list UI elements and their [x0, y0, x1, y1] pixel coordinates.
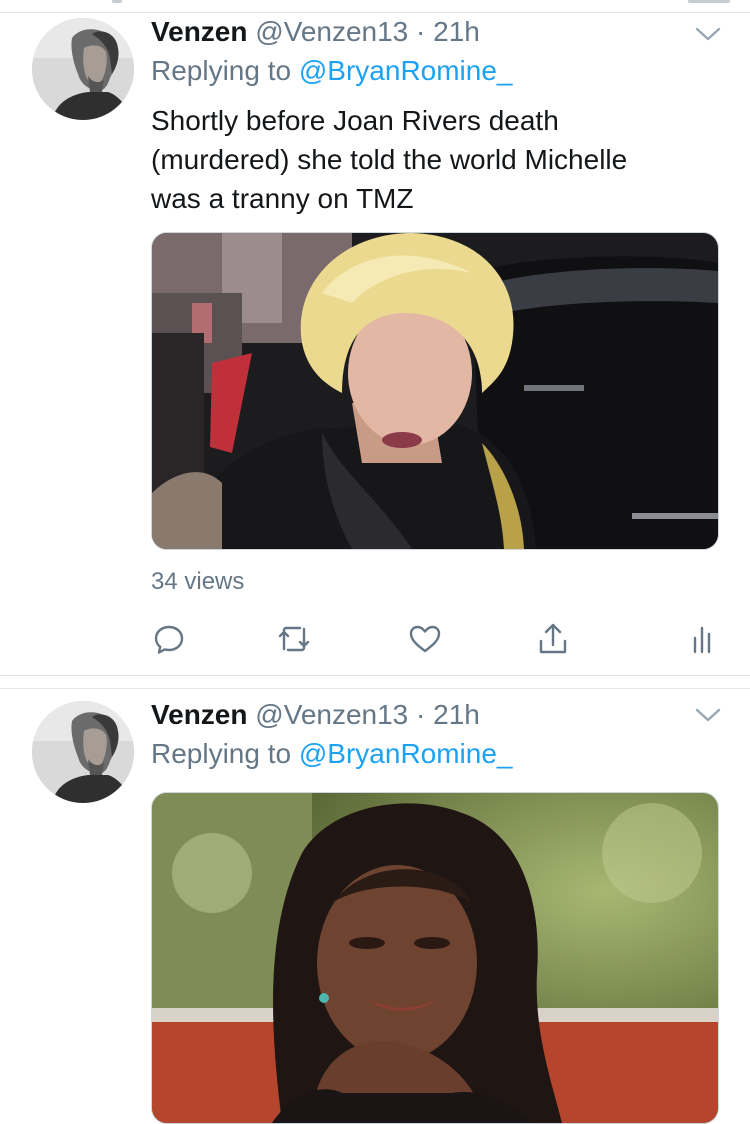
tweet-text-line: was a tranny on TMZ — [151, 183, 414, 214]
tweet-text-line: Shortly before Joan Rivers death — [151, 105, 559, 136]
analytics-icon[interactable] — [684, 621, 720, 657]
tweet[interactable]: Venzen @Venzen13 · 21h Replying to @Brya… — [0, 12, 750, 676]
tweet-text-line: (murdered) she told the world Michelle — [151, 144, 628, 175]
author-name[interactable]: Venzen — [151, 16, 247, 47]
share-icon[interactable] — [535, 621, 571, 657]
tweet-header: Venzen @Venzen13 · 21h — [151, 697, 480, 733]
retweet-icon[interactable] — [276, 621, 312, 657]
avatar[interactable] — [32, 18, 134, 120]
mention-link[interactable]: @BryanRomine_ — [299, 55, 513, 86]
mention-link[interactable]: @BryanRomine_ — [299, 738, 513, 769]
scroll-stub-right — [688, 0, 730, 3]
scroll-stub-left — [112, 0, 122, 3]
author-handle[interactable]: @Venzen13 — [255, 699, 408, 730]
separator-dot: · — [416, 16, 426, 47]
reply-icon[interactable] — [151, 621, 187, 657]
author-handle[interactable]: @Venzen13 — [255, 16, 408, 47]
tweet-photo[interactable] — [151, 792, 719, 1124]
tweet-time[interactable]: 21h — [433, 16, 480, 47]
like-icon[interactable] — [407, 621, 443, 657]
view-count: 34 views — [151, 568, 245, 595]
tweet-time[interactable]: 21h — [433, 699, 480, 730]
replying-to: Replying to @BryanRomine_ — [151, 736, 513, 772]
video-thumbnail[interactable] — [151, 232, 719, 550]
tweet[interactable]: Venzen @Venzen13 · 21h Replying to @Brya… — [0, 688, 750, 1124]
chevron-down-icon[interactable] — [693, 24, 723, 44]
separator-dot: · — [416, 699, 426, 730]
tweet-text: Shortly before Joan Rivers death (murder… — [151, 101, 721, 218]
chevron-down-icon[interactable] — [693, 705, 723, 725]
author-name[interactable]: Venzen — [151, 699, 247, 730]
replying-to-label: Replying to — [151, 738, 292, 769]
replying-to: Replying to @BryanRomine_ — [151, 53, 513, 89]
avatar[interactable] — [32, 701, 134, 803]
replying-to-label: Replying to — [151, 55, 292, 86]
tweet-header: Venzen @Venzen13 · 21h — [151, 14, 480, 50]
